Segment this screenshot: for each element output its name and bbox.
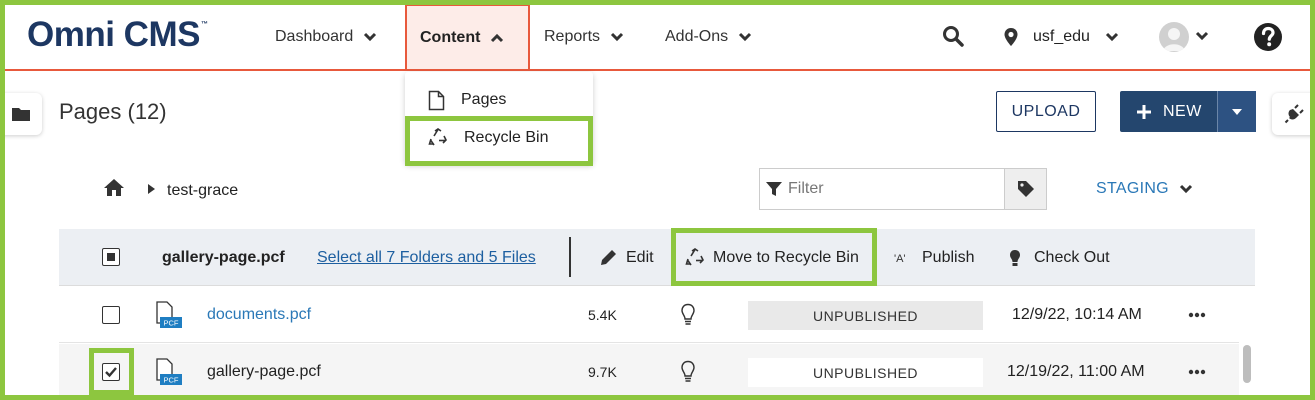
modified-date: 12/9/22, 10:14 AM [1012,306,1142,323]
move-to-recycle-bin-button[interactable]: Move to Recycle Bin [685,229,859,286]
logo-trademark: ™ [200,21,208,28]
checkmark-icon [105,367,117,378]
pencil-icon [601,250,616,265]
plus-icon [1137,104,1151,119]
lightbulb-icon [1010,249,1020,266]
plug-icon [1284,104,1304,124]
file-name-link[interactable]: gallery-page.pcf [207,344,321,400]
table-row[interactable]: PCF documents.pcf 5.4K UNPUBLISHED 12/9/… [59,287,1239,343]
menu-item-pages-label: Pages [461,91,507,108]
recycle-icon [685,247,704,265]
page-icon [428,90,445,110]
gadgets-toggle[interactable] [1272,93,1315,135]
search-icon[interactable] [942,25,964,47]
new-button[interactable]: NEW [1120,91,1256,132]
more-options-icon[interactable] [1188,344,1206,400]
lightbulb-icon[interactable] [680,344,696,400]
chevron-down-icon [610,32,624,42]
nav-dashboard[interactable]: Dashboard [275,5,377,69]
help-icon[interactable] [1253,22,1283,52]
edit-label: Edit [626,248,654,266]
chevron-up-icon [491,33,504,42]
recycle-icon [428,128,447,146]
publish-icon: 'A' [894,253,906,265]
file-size: 5.4K [588,307,617,323]
move-to-recycle-bin-label: Move to Recycle Bin [713,248,859,266]
pcf-file-icon: PCF [154,287,182,343]
table-row[interactable]: PCF gallery-page.pcf 9.7K UNPUBLISHED 12… [59,344,1239,400]
nav-addons-label: Add-Ons [665,28,729,45]
tag-icon [1017,181,1034,197]
tag-filter-button[interactable] [1004,169,1046,209]
user-avatar[interactable] [1159,22,1189,52]
check-out-label: Check Out [1034,248,1110,266]
svg-text:PCF: PCF [164,319,179,328]
svg-text:'A': 'A' [894,253,906,265]
modified-date: 12/19/22, 11:00 AM [1007,363,1145,380]
breadcrumb-bar: test-grace Filter STAGING [59,153,1255,229]
file-name-link[interactable]: documents.pcf [207,287,311,343]
new-button-dropdown[interactable] [1217,91,1256,132]
nav-reports-label: Reports [544,28,601,45]
logo-text: Omni CMS [27,15,200,54]
file-listing: test-grace Filter STAGING gallery-page.p… [59,153,1255,400]
nav-content-label: Content [420,28,481,46]
pcf-file-icon: PCF [154,344,182,400]
more-options-icon[interactable] [1188,287,1206,343]
upload-button[interactable]: UPLOAD [996,91,1096,132]
select-all-link[interactable]: Select all 7 Folders and 5 Files [317,229,536,286]
environment-label: STAGING [1096,180,1169,197]
caret-right-icon [148,184,155,194]
file-size: 9.7K [588,364,617,380]
menu-item-recycle-bin-label: Recycle Bin [464,129,549,146]
page-title: Pages (12) [59,99,167,124]
new-button-main[interactable]: NEW [1120,91,1217,132]
top-navbar: Omni CMS™ Dashboard Content Reports Add-… [5,4,1310,71]
chevron-down-icon [1105,32,1118,42]
chevron-down-icon [739,32,752,42]
new-button-label: NEW [1163,102,1202,120]
omni-cms-logo[interactable]: Omni CMS™ [27,15,208,55]
folder-icon [12,108,30,121]
site-selector[interactable]: usf_edu [1003,5,1120,69]
action-toolbar: gallery-page.pcf Select all 7 Folders an… [59,229,1255,286]
user-icon [1163,28,1185,51]
filter-icon [766,182,782,196]
filter-input[interactable]: Filter [760,169,1004,209]
site-name: usf_edu [1033,28,1090,45]
status-badge: UNPUBLISHED [748,301,983,330]
toolbar-divider [569,237,571,277]
lightbulb-icon[interactable] [680,287,696,343]
breadcrumb-folder[interactable]: test-grace [167,182,238,200]
caret-down-icon [1232,108,1242,115]
menu-item-pages[interactable]: Pages [405,80,593,120]
partial-check-mark [106,252,115,261]
nav-addons[interactable]: Add-Ons [665,5,752,69]
edit-button[interactable]: Edit [600,229,654,286]
file-navigator-toggle[interactable] [0,93,42,135]
status-badge: UNPUBLISHED [748,358,983,387]
content-dropdown-menu: Pages Recycle Bin [405,72,593,164]
nav-dashboard-label: Dashboard [275,28,354,45]
home-icon[interactable] [103,178,125,197]
environment-selector[interactable]: STAGING [1096,180,1193,198]
svg-text:PCF: PCF [164,376,179,385]
publish-button[interactable]: 'A' Publish [894,229,974,286]
filter-box: Filter [759,168,1047,210]
publish-label: Publish [922,248,975,266]
filter-placeholder: Filter [788,180,824,197]
menu-item-recycle-bin[interactable]: Recycle Bin [405,118,593,158]
nav-content[interactable]: Content [405,4,530,69]
chevron-down-icon[interactable] [1194,29,1210,43]
chevron-down-icon [1179,184,1192,194]
select-all-checkbox[interactable] [102,248,120,266]
check-out-button[interactable]: Check Out [1009,229,1110,286]
row-checkbox-checked[interactable] [102,363,120,381]
scrollbar-thumb[interactable] [1243,345,1251,383]
chevron-down-icon [364,32,377,42]
map-pin-icon [1004,28,1018,46]
nav-reports[interactable]: Reports [544,5,624,69]
selected-file-name: gallery-page.pcf [162,248,285,266]
row-checkbox[interactable] [102,306,120,324]
